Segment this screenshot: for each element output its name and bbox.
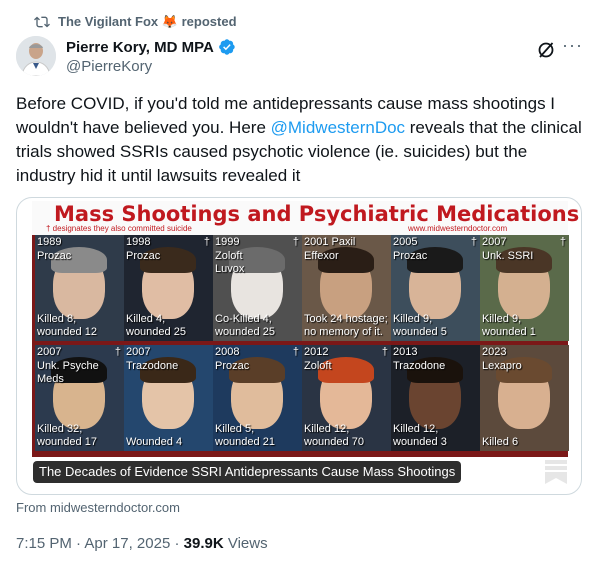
poster-card: 2001 Paxil Effexor Took 24 hostage; no mem… <box>302 235 391 341</box>
card-medication: Trazodone <box>393 360 446 372</box>
card-casualties: Killed 5, wounded 21 <box>215 423 275 448</box>
poster-image: Mass Shootings and Psychiatric Medicatio… <box>32 201 579 457</box>
media-card[interactable]: Mass Shootings and Psychiatric Medicatio… <box>16 197 582 495</box>
link-source[interactable]: From midwesterndoctor.com <box>16 500 180 515</box>
card-medication: Unk. SSRI <box>482 250 534 262</box>
poster-card: 1999 Zoloft Luvox † Co-Killed 4, wounded 25 <box>213 235 302 341</box>
card-year: 2007 <box>482 236 507 248</box>
card-suicide-mark: † <box>381 346 388 358</box>
card-suicide-mark: † <box>470 236 477 248</box>
card-medication: Unk. Psyche Meds <box>37 360 99 385</box>
meta-separator: · <box>71 535 85 552</box>
card-medication: Prozac <box>37 250 72 262</box>
card-suicide-mark: † <box>559 236 566 248</box>
card-suicide-mark: † <box>114 346 121 358</box>
card-year: 2005 <box>393 236 418 248</box>
card-year: 1998 <box>126 236 151 248</box>
poster-card: 2023 Lexapro Killed 6 <box>480 345 569 451</box>
card-medication: Prozac <box>126 250 161 262</box>
tweet-text: Before COVID, if you'd told me antidepre… <box>16 92 586 188</box>
card-suicide-mark: † <box>292 346 299 358</box>
card-medication: Prozac <box>393 250 428 262</box>
card-medication: Trazodone <box>126 360 179 372</box>
card-year: 2012 <box>304 346 329 358</box>
card-medication: Zoloft <box>304 360 332 372</box>
poster-card: 2007 Unk. Psyche Meds † Killed 32, wounded … <box>35 345 124 451</box>
repost-user-link[interactable]: The Vigilant Fox 🦊 reposted <box>58 14 237 30</box>
card-casualties: Killed 8, wounded 12 <box>37 313 97 338</box>
poster-url: www.midwesterndoctor.com <box>408 224 508 233</box>
card-casualties: Killed 9, wounded 5 <box>393 313 447 338</box>
poster-card: 2005 Prozac † Killed 9, wounded 5 <box>391 235 480 341</box>
card-medication: Effexor <box>304 250 339 262</box>
card-year: 1999 <box>215 236 240 248</box>
card-suicide-mark: † <box>203 236 210 248</box>
poster-card: 1989 Prozac Killed 8, wounded 12 <box>35 235 124 341</box>
avatar[interactable] <box>16 36 56 76</box>
card-medication: Zoloft Luvox <box>215 250 245 275</box>
poster-card: 2012 Zoloft † Killed 12, wounded 70 <box>302 345 391 451</box>
fox-emoji-icon: 🦊 <box>161 14 178 29</box>
card-casualties: Co-Killed 4, wounded 25 <box>215 313 275 338</box>
repost-icon <box>34 16 50 28</box>
tweet-time[interactable]: 7:15 PM <box>16 535 72 552</box>
card-year: 2008 <box>215 346 240 358</box>
verified-badge-icon <box>218 39 235 55</box>
card-year: 2007 <box>126 346 151 358</box>
author-name-row[interactable]: Pierre Kory, MD MPA <box>66 38 236 56</box>
card-casualties: Killed 6 <box>482 436 519 448</box>
poster-card: 2013 Trazodone Killed 12, wounded 3 <box>391 345 480 451</box>
author-handle[interactable]: @PierreKory <box>66 58 152 75</box>
card-casualties: Took 24 hostage; no memory of it. <box>304 313 388 338</box>
more-icon[interactable]: ··· <box>562 36 584 58</box>
link-caption[interactable]: The Decades of Evidence SSRI Antidepress… <box>33 461 462 483</box>
card-year: 2007 <box>37 346 62 358</box>
poster-card: 2008 Prozac † Killed 5, wounded 21 <box>213 345 302 451</box>
poster-note: † designates they also committed suicide <box>46 224 192 233</box>
tweet-meta: 7:15 PM · Apr 17, 2025 · 39.9K Views <box>16 535 268 552</box>
tweet-date[interactable]: Apr 17, 2025 <box>84 535 170 552</box>
views-count[interactable]: 39.9K <box>184 535 224 552</box>
repost-header: The Vigilant Fox 🦊 reposted <box>34 14 237 30</box>
card-casualties: Wounded 4 <box>126 436 183 448</box>
card-medication: Prozac <box>215 360 250 372</box>
poster-card: 2007 Unk. SSRI † Killed 9, wounded 1 <box>480 235 569 341</box>
card-suicide-mark: † <box>292 236 299 248</box>
poster-card: 2007 Trazodone Wounded 4 <box>124 345 213 451</box>
author-name[interactable]: Pierre Kory, MD MPA <box>66 39 214 56</box>
mention-link[interactable]: @MidwesternDoc <box>271 118 405 137</box>
card-casualties: Killed 12, wounded 3 <box>393 423 447 448</box>
card-year: 2023 <box>482 346 507 358</box>
card-medication: Lexapro <box>482 360 522 372</box>
card-year: 1989 <box>37 236 62 248</box>
card-casualties: Killed 12, wounded 70 <box>304 423 364 448</box>
meta-separator: · <box>170 535 184 552</box>
card-year: 2013 <box>393 346 418 358</box>
card-year: 2001 Paxil <box>304 236 356 248</box>
card-casualties: Killed 32, wounded 17 <box>37 423 97 448</box>
card-casualties: Killed 4, wounded 25 <box>126 313 186 338</box>
poster-card: 1998 Prozac † Killed 4, wounded 25 <box>124 235 213 341</box>
views-label: Views <box>223 535 268 552</box>
card-casualties: Killed 9, wounded 1 <box>482 313 536 338</box>
bookmark-icon[interactable] <box>545 460 567 484</box>
grok-icon[interactable] <box>536 40 556 60</box>
